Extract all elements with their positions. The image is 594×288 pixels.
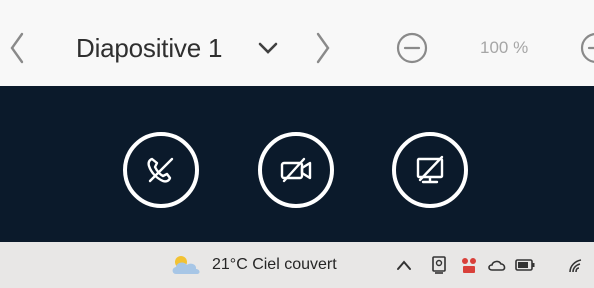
meet-now-tray-button[interactable] xyxy=(428,254,450,276)
screen-share-off-icon xyxy=(416,155,444,184)
screen-share-button[interactable] xyxy=(392,132,468,208)
chevron-down-icon xyxy=(258,42,278,54)
cloudy-weather-icon xyxy=(172,256,200,274)
next-slide-button[interactable] xyxy=(310,28,336,68)
chevron-up-icon xyxy=(397,260,411,270)
hang-up-icon xyxy=(147,157,174,183)
battery-icon xyxy=(515,259,535,271)
weather-widget[interactable] xyxy=(168,252,204,278)
app-tray-icon xyxy=(462,258,476,273)
zoom-out-button[interactable] xyxy=(392,28,432,68)
show-hidden-icons-button[interactable] xyxy=(395,254,413,276)
hang-up-button[interactable] xyxy=(123,132,199,208)
meet-now-icon xyxy=(432,256,446,274)
previous-slide-button[interactable] xyxy=(4,28,30,68)
zoom-level[interactable]: 100 % xyxy=(480,33,528,63)
battery-tray-button[interactable] xyxy=(514,254,536,276)
video-toggle-button[interactable] xyxy=(258,132,334,208)
zoom-out-icon xyxy=(396,32,428,64)
chevron-left-icon xyxy=(10,32,24,64)
slide-toolbar: Diapositive 1 100 % xyxy=(0,0,594,86)
taskbar: 21°C Ciel couvert xyxy=(0,242,594,288)
chevron-right-icon xyxy=(316,32,330,64)
call-controls-bar xyxy=(0,86,594,242)
slide-dropdown-button[interactable] xyxy=(252,31,284,65)
weather-text[interactable]: 21°C Ciel couvert xyxy=(212,254,337,276)
video-off-icon xyxy=(280,157,312,183)
cloud-icon xyxy=(488,260,506,271)
zoom-in-button[interactable] xyxy=(576,28,594,68)
wifi-icon xyxy=(569,259,582,273)
network-tray-button[interactable] xyxy=(566,254,588,276)
cloud-tray-button[interactable] xyxy=(486,254,508,276)
zoom-in-icon xyxy=(580,33,594,63)
slide-title[interactable]: Diapositive 1 xyxy=(76,28,222,68)
app-tray-button[interactable] xyxy=(458,254,480,276)
